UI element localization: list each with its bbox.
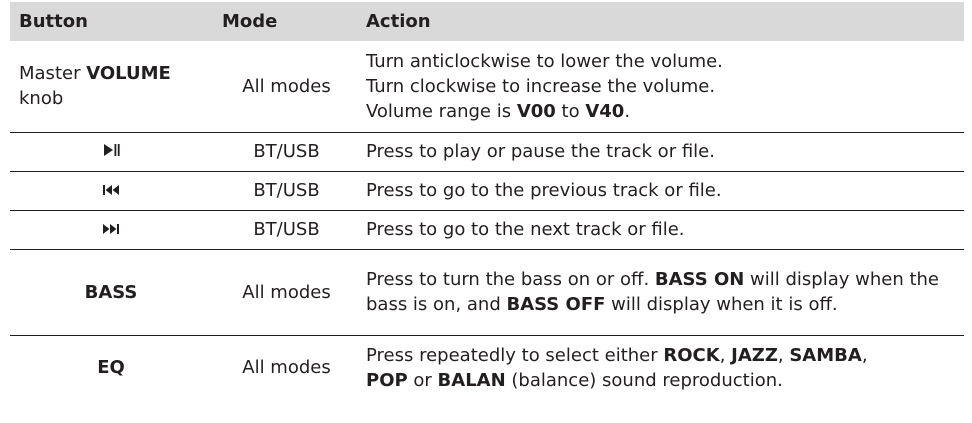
table-row: BT/USB Press to play or pause the track … bbox=[10, 132, 964, 172]
button-cell-next bbox=[10, 210, 212, 250]
mode-cell: All modes bbox=[212, 249, 361, 336]
header-button: Button bbox=[19, 11, 88, 32]
button-function-table: Button Mode Action Master VOLUME knob All… bbox=[10, 2, 964, 400]
next-track-icon bbox=[102, 217, 120, 242]
action-cell: Press to play or pause the track or file… bbox=[361, 132, 964, 172]
mode-cell: All modes bbox=[212, 41, 361, 133]
table-row: Master VOLUME knob All modes Turn anticlo… bbox=[10, 41, 964, 133]
previous-track-icon bbox=[102, 178, 120, 203]
mode-cell: BT/USB bbox=[212, 171, 361, 211]
table-header-row: Button Mode Action bbox=[10, 2, 964, 41]
mode-cell: BT/USB bbox=[212, 210, 361, 250]
mode-cell: BT/USB bbox=[212, 132, 361, 172]
table-row: EQ All modes Press repeatedly to select … bbox=[10, 335, 964, 400]
play-pause-icon bbox=[103, 139, 120, 164]
action-cell: Press to go to the previous track or fil… bbox=[361, 171, 964, 211]
button-cell-volume: Master VOLUME knob bbox=[10, 41, 212, 133]
button-cell-previous bbox=[10, 171, 212, 211]
action-cell: Press repeatedly to select either ROCK, … bbox=[366, 344, 868, 391]
mode-cell: All modes bbox=[242, 357, 331, 379]
action-cell: Press to go to the next track or file. bbox=[361, 210, 964, 250]
header-action: Action bbox=[366, 11, 431, 32]
button-cell-bass: BASS bbox=[10, 249, 212, 336]
button-cell-eq: EQ bbox=[97, 357, 125, 379]
table-row: BASS All modes Press to turn the bass on… bbox=[10, 249, 964, 336]
button-cell-play-pause bbox=[10, 132, 212, 172]
action-cell: Turn anticlockwise to lower the volume. T… bbox=[361, 41, 964, 133]
action-cell: Press to turn the bass on or off. BASS O… bbox=[361, 249, 964, 336]
table-row: BT/USB Press to go to the previous track… bbox=[10, 171, 964, 211]
volume-label: VOLUME bbox=[86, 63, 171, 85]
table-row: BT/USB Press to go to the next track or … bbox=[10, 210, 964, 250]
header-mode: Mode bbox=[222, 11, 278, 32]
